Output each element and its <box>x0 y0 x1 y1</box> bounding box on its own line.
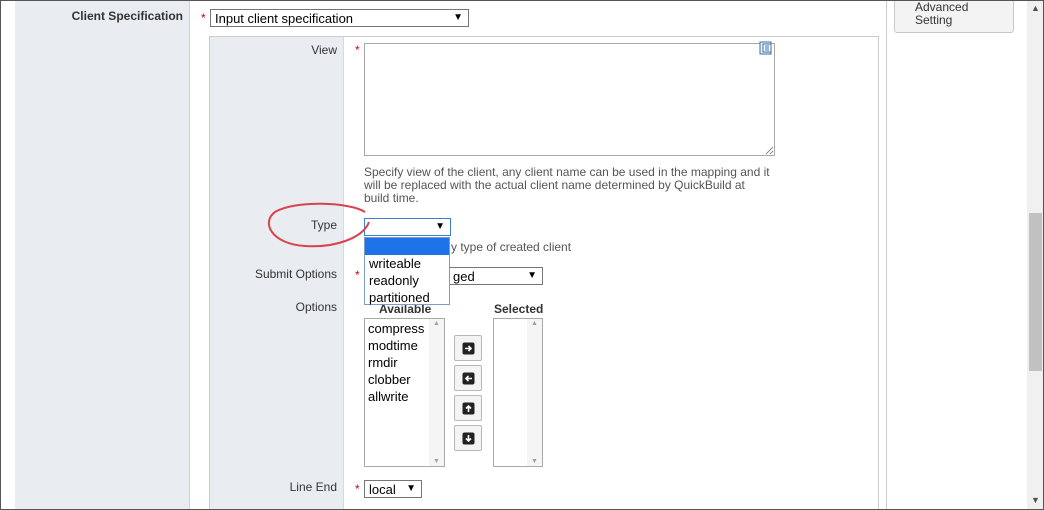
required-marker: * <box>201 11 206 25</box>
move-up-button[interactable] <box>454 395 482 421</box>
required-marker: * <box>355 268 360 282</box>
chevron-down-icon: ▼ <box>435 221 445 232</box>
view-hint-line: will be replaced with the actual client … <box>364 178 745 192</box>
selected-column-header: Selected <box>494 302 544 316</box>
type-label: Type <box>310 218 337 232</box>
arrow-left-icon <box>462 372 475 385</box>
type-option-empty[interactable] <box>365 238 449 255</box>
page-scrollbar[interactable]: ▲ ▼ <box>1027 1 1043 509</box>
submit-options-label: Submit Options <box>254 267 337 281</box>
scroll-down-icon[interactable]: ▼ <box>531 458 538 465</box>
type-option-partitioned[interactable]: partitioned <box>365 289 449 306</box>
line-end-select[interactable]: local ▼ <box>364 480 422 498</box>
move-right-button[interactable] <box>454 335 482 361</box>
scroll-up-icon[interactable]: ▲ <box>531 320 538 327</box>
type-option-writeable[interactable]: writeable <box>365 255 449 272</box>
selected-listbox[interactable]: ▲ ▼ <box>493 318 543 467</box>
scroll-down-icon[interactable]: ▼ <box>433 458 440 465</box>
chevron-down-icon: ▼ <box>406 483 416 494</box>
arrow-right-icon <box>462 342 475 355</box>
view-hint-line: build time. <box>364 191 419 205</box>
type-dropdown-list[interactable]: writeable readonly partitioned <box>364 237 450 305</box>
advanced-setting-button[interactable]: Advanced Setting <box>894 1 1014 33</box>
scroll-up-icon[interactable]: ▲ <box>1031 3 1040 13</box>
client-spec-value: Input client specification <box>215 11 354 26</box>
scroll-up-icon[interactable]: ▲ <box>433 320 440 327</box>
client-spec-label: Client Specification <box>71 9 183 23</box>
type-option-readonly[interactable]: readonly <box>365 272 449 289</box>
edit-expand-icon[interactable] <box>759 41 773 55</box>
type-select[interactable]: ▼ <box>364 218 451 236</box>
advanced-setting-label-line2: Setting <box>915 13 953 27</box>
move-down-button[interactable] <box>454 425 482 451</box>
window-frame: Advanced Setting Client Specification * … <box>0 0 1044 510</box>
submit-options-value: ged <box>453 269 475 284</box>
available-listbox[interactable]: compress modtime rmdir clobber allwrite … <box>364 318 445 467</box>
chevron-down-icon: ▼ <box>453 12 463 23</box>
view-textarea[interactable] <box>364 43 775 156</box>
scrollbar-thumb[interactable] <box>1029 213 1042 371</box>
selected-listbox-scrollbar[interactable]: ▲ ▼ <box>527 319 542 466</box>
move-left-button[interactable] <box>454 365 482 391</box>
arrow-up-icon <box>462 402 475 415</box>
right-panel: Advanced Setting <box>886 1 1027 509</box>
available-listbox-scrollbar[interactable]: ▲ ▼ <box>429 319 444 466</box>
view-label: View <box>311 43 337 57</box>
view-hint: Specify view of the client, any client n… <box>364 166 784 205</box>
type-hint: y type of created client <box>451 240 572 254</box>
required-marker: * <box>355 43 360 57</box>
options-label: Options <box>295 300 337 314</box>
line-end-label: Line End <box>289 480 337 494</box>
line-end-value: local <box>369 482 396 497</box>
required-marker: * <box>355 482 360 496</box>
resize-grip-icon[interactable] <box>765 146 774 155</box>
scroll-down-icon[interactable]: ▼ <box>1031 495 1040 505</box>
client-spec-select[interactable]: Input client specification ▼ <box>210 9 469 27</box>
chevron-down-icon: ▼ <box>527 270 537 281</box>
arrow-down-icon <box>462 432 475 445</box>
left-label-column <box>15 1 190 509</box>
